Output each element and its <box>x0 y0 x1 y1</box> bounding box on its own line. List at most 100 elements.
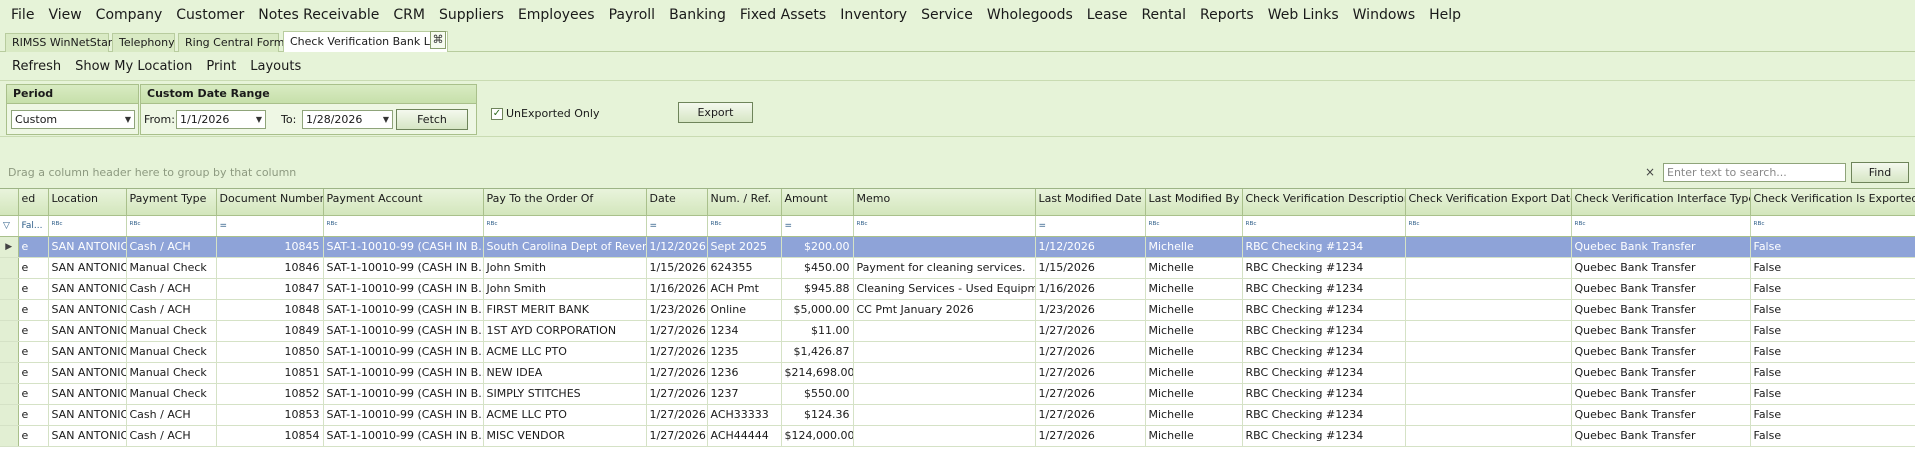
table-cell[interactable]: $200.00 <box>781 236 854 258</box>
table-cell[interactable] <box>1405 299 1572 321</box>
export-button[interactable]: Export <box>678 102 753 123</box>
table-cell[interactable]: South Carolina Dept of Revenue <box>483 236 647 258</box>
table-cell[interactable]: SAT-1-10010-99 (CASH IN B... <box>323 236 484 258</box>
table-cell[interactable] <box>853 236 1036 258</box>
menu-rental[interactable]: Rental <box>1134 0 1193 30</box>
menu-file[interactable]: File <box>4 0 41 30</box>
table-cell[interactable]: $5,000.00 <box>781 299 854 321</box>
table-cell[interactable]: $450.00 <box>781 257 854 279</box>
table-cell[interactable]: False <box>1750 362 1915 384</box>
table-cell[interactable]: RBC Checking #1234 <box>1242 383 1406 405</box>
table-cell[interactable]: $1,426.87 <box>781 341 854 363</box>
menu-crm[interactable]: CRM <box>386 0 432 30</box>
table-cell[interactable]: 1/27/2026 <box>646 404 708 426</box>
table-cell[interactable]: Sept 2025 <box>707 236 782 258</box>
table-cell[interactable]: False <box>1750 404 1915 426</box>
table-cell[interactable]: CC Pmt January 2026 <box>853 299 1036 321</box>
table-cell[interactable]: Michelle <box>1145 236 1243 258</box>
table-cell[interactable]: 1/16/2026 <box>646 278 708 300</box>
table-cell[interactable]: Michelle <box>1145 278 1243 300</box>
table-cell[interactable]: SAT-1-10010-99 (CASH IN B... <box>323 278 484 300</box>
table-cell[interactable]: False <box>1750 299 1915 321</box>
table-cell[interactable] <box>853 425 1036 447</box>
filter-cell[interactable]: ᴿᴮᶜ <box>1242 215 1406 237</box>
filter-cell[interactable]: ᴿᴮᶜ <box>1750 215 1915 237</box>
column-header[interactable]: ed <box>18 189 49 216</box>
table-cell[interactable]: SAT-1-10010-99 (CASH IN B... <box>323 299 484 321</box>
table-cell[interactable]: $124,000.00 <box>781 425 854 447</box>
row-pointer-icon[interactable]: ▶ <box>0 236 19 258</box>
table-cell[interactable]: e <box>18 341 49 363</box>
table-cell[interactable]: FIRST MERIT BANK <box>483 299 647 321</box>
table-cell[interactable]: 1ST AYD CORPORATION <box>483 320 647 342</box>
table-cell[interactable]: ACH44444 <box>707 425 782 447</box>
table-cell[interactable]: SAN ANTONIO <box>48 425 127 447</box>
table-cell[interactable]: 10854 <box>216 425 324 447</box>
table-cell[interactable]: Cash / ACH <box>126 425 217 447</box>
column-header[interactable]: Num. / Ref. <box>707 189 782 216</box>
table-row[interactable]: e SAN ANTONIO Cash / ACH 10854 SAT-1-10010-9… <box>0 425 1915 447</box>
filter-cell[interactable]: = <box>646 215 708 237</box>
row-indicator[interactable] <box>0 404 19 426</box>
table-cell[interactable] <box>1405 257 1572 279</box>
table-cell[interactable]: 1235 <box>707 341 782 363</box>
table-cell[interactable]: Quebec Bank Transfer <box>1571 404 1751 426</box>
column-header[interactable]: Document Number <box>216 189 324 216</box>
table-row[interactable]: e SAN ANTONIO Cash / ACH 10853 SAT-1-10010-9… <box>0 404 1915 426</box>
table-cell[interactable]: e <box>18 362 49 384</box>
menu-fixed-assets[interactable]: Fixed Assets <box>733 0 833 30</box>
table-cell[interactable]: 10845 <box>216 236 324 258</box>
column-header[interactable]: Date <box>646 189 708 216</box>
table-cell[interactable]: Michelle <box>1145 299 1243 321</box>
table-cell[interactable]: Cleaning Services - Used Equipment <box>853 278 1036 300</box>
table-cell[interactable]: 1/27/2026 <box>1035 320 1146 342</box>
table-cell[interactable]: Quebec Bank Transfer <box>1571 236 1751 258</box>
table-cell[interactable]: RBC Checking #1234 <box>1242 257 1406 279</box>
filter-cell[interactable]: ᴿᴮᶜ <box>1405 215 1572 237</box>
table-cell[interactable]: Michelle <box>1145 257 1243 279</box>
table-cell[interactable] <box>1405 320 1572 342</box>
table-cell[interactable]: Manual Check <box>126 362 217 384</box>
table-cell[interactable]: RBC Checking #1234 <box>1242 404 1406 426</box>
filter-cell[interactable]: Fal... <box>18 215 49 237</box>
table-cell[interactable]: Michelle <box>1145 425 1243 447</box>
table-cell[interactable]: Manual Check <box>126 341 217 363</box>
table-cell[interactable]: Cash / ACH <box>126 299 217 321</box>
tab-telephony[interactable]: Telephony <box>112 33 175 52</box>
column-header[interactable]: Payment Type <box>126 189 217 216</box>
search-input[interactable]: Enter text to search... <box>1663 163 1846 182</box>
menu-inventory[interactable]: Inventory <box>833 0 914 30</box>
table-cell[interactable]: RBC Checking #1234 <box>1242 320 1406 342</box>
table-row[interactable]: e SAN ANTONIO Manual Check 10846 SAT-1-10010… <box>0 257 1915 279</box>
menu-company[interactable]: Company <box>89 0 170 30</box>
table-cell[interactable]: 1234 <box>707 320 782 342</box>
table-cell[interactable]: 1/27/2026 <box>1035 341 1146 363</box>
table-cell[interactable]: Quebec Bank Transfer <box>1571 257 1751 279</box>
table-cell[interactable]: Online <box>707 299 782 321</box>
table-cell[interactable]: Cash / ACH <box>126 278 217 300</box>
table-row[interactable]: e SAN ANTONIO Manual Check 10849 SAT-1-10010… <box>0 320 1915 342</box>
table-cell[interactable]: SAN ANTONIO <box>48 383 127 405</box>
table-cell[interactable]: SAT-1-10010-99 (CASH IN B... <box>323 341 484 363</box>
table-cell[interactable]: 10850 <box>216 341 324 363</box>
table-cell[interactable]: e <box>18 320 49 342</box>
column-header[interactable]: Last Modified Date <box>1035 189 1146 216</box>
row-indicator[interactable] <box>0 299 19 321</box>
filter-cell[interactable]: ᴿᴮᶜ <box>1145 215 1243 237</box>
table-cell[interactable]: 1237 <box>707 383 782 405</box>
table-cell[interactable]: 10846 <box>216 257 324 279</box>
table-cell[interactable]: RBC Checking #1234 <box>1242 299 1406 321</box>
column-header[interactable]: Payment Account <box>323 189 484 216</box>
to-date-input[interactable]: 1/28/2026 ▼ <box>302 110 393 129</box>
column-header[interactable]: Check Verification Description <box>1242 189 1406 216</box>
table-cell[interactable]: SAT-1-10010-99 (CASH IN B... <box>323 404 484 426</box>
table-row[interactable]: e SAN ANTONIO Manual Check 10852 SAT-1-10010… <box>0 383 1915 405</box>
filter-cell[interactable]: ᴿᴮᶜ <box>853 215 1036 237</box>
menu-notes-receivable[interactable]: Notes Receivable <box>251 0 386 30</box>
table-cell[interactable]: Cash / ACH <box>126 404 217 426</box>
row-indicator[interactable] <box>0 383 19 405</box>
table-cell[interactable]: e <box>18 404 49 426</box>
table-cell[interactable]: 1/16/2026 <box>1035 278 1146 300</box>
table-cell[interactable]: 1/27/2026 <box>646 425 708 447</box>
table-cell[interactable]: RBC Checking #1234 <box>1242 278 1406 300</box>
